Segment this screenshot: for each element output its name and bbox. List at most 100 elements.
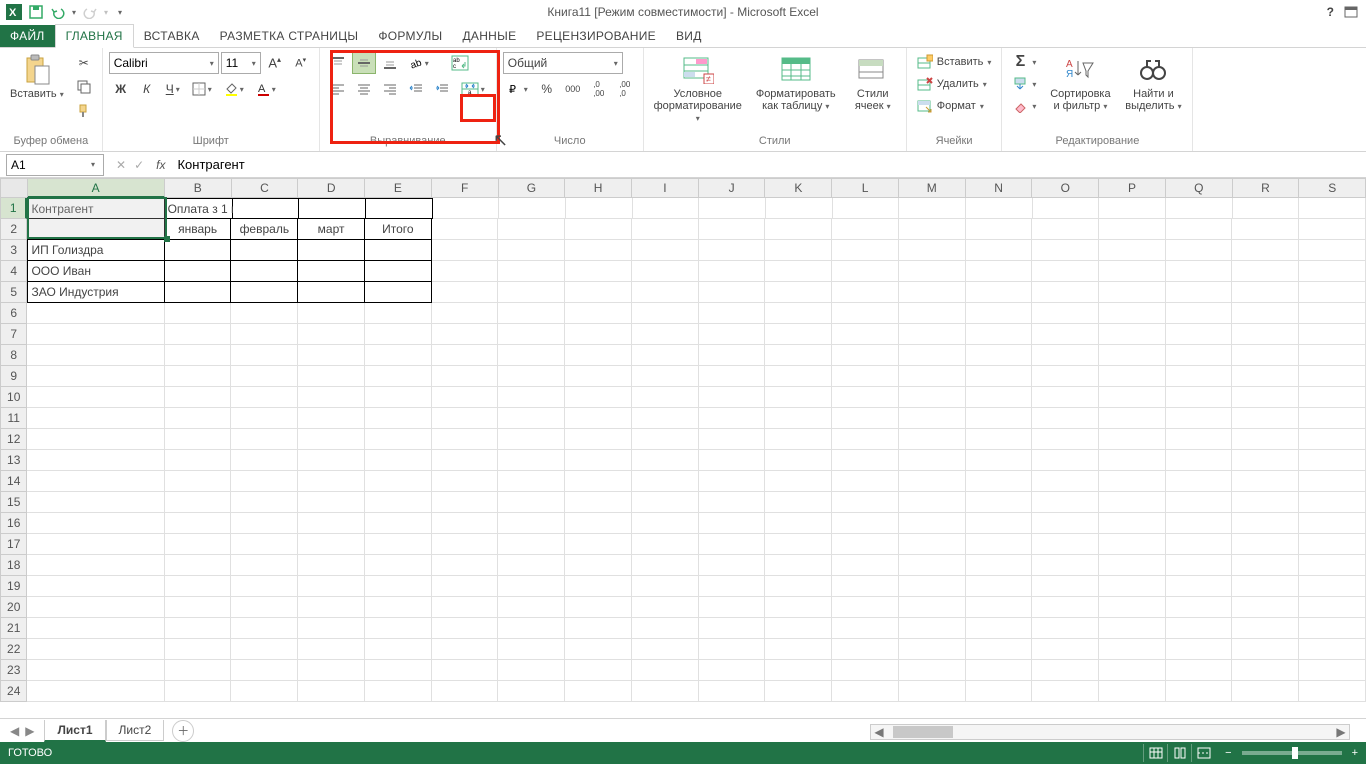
column-header[interactable]: G <box>499 178 566 198</box>
cell[interactable] <box>565 324 632 345</box>
cell[interactable] <box>699 366 766 387</box>
cell[interactable] <box>1232 219 1299 240</box>
cell[interactable] <box>565 261 632 282</box>
cell[interactable] <box>899 198 966 219</box>
cell[interactable] <box>632 618 699 639</box>
cell[interactable] <box>765 240 832 261</box>
cell[interactable] <box>27 534 164 555</box>
cell[interactable] <box>165 261 232 282</box>
cell[interactable] <box>765 618 832 639</box>
cell[interactable] <box>365 408 432 429</box>
cell[interactable] <box>27 429 164 450</box>
cell[interactable] <box>298 534 365 555</box>
cell[interactable] <box>165 471 232 492</box>
cell[interactable] <box>699 324 766 345</box>
cell[interactable] <box>1166 576 1233 597</box>
autosum-button[interactable]: Σ▾ <box>1008 52 1040 72</box>
cell[interactable] <box>1032 240 1099 261</box>
cell[interactable] <box>298 303 365 324</box>
cell[interactable] <box>432 492 499 513</box>
cell[interactable] <box>1232 618 1299 639</box>
row-header[interactable]: 1 <box>0 198 27 219</box>
cell[interactable] <box>1166 282 1233 303</box>
cell[interactable]: Контрагент <box>27 198 164 219</box>
cell[interactable] <box>498 219 565 240</box>
cell[interactable] <box>966 429 1033 450</box>
enter-formula-icon[interactable]: ✓ <box>134 158 144 172</box>
cell[interactable] <box>1166 240 1233 261</box>
cell[interactable] <box>231 471 298 492</box>
cell[interactable] <box>432 345 499 366</box>
column-header[interactable]: Q <box>1166 178 1233 198</box>
cell[interactable] <box>699 429 766 450</box>
cell[interactable] <box>832 471 899 492</box>
cell[interactable] <box>231 639 298 660</box>
cell[interactable] <box>1032 534 1099 555</box>
row-header[interactable]: 24 <box>0 681 27 702</box>
cell[interactable] <box>632 219 699 240</box>
cell[interactable] <box>966 282 1033 303</box>
cell[interactable] <box>498 471 565 492</box>
cell[interactable] <box>832 555 899 576</box>
cell[interactable] <box>832 492 899 513</box>
cell[interactable] <box>1166 471 1233 492</box>
cell[interactable] <box>832 513 899 534</box>
cell[interactable] <box>632 513 699 534</box>
cell[interactable] <box>27 450 164 471</box>
cell[interactable] <box>899 219 966 240</box>
cell[interactable] <box>833 198 900 219</box>
cell[interactable] <box>432 555 499 576</box>
cell[interactable] <box>165 282 232 303</box>
row-header[interactable]: 4 <box>0 261 27 282</box>
row-header[interactable]: 2 <box>0 219 27 240</box>
cell[interactable] <box>1299 555 1366 576</box>
cell[interactable] <box>298 576 365 597</box>
column-header[interactable]: C <box>232 178 299 198</box>
cell[interactable] <box>1099 471 1166 492</box>
cell[interactable]: февраль <box>231 219 298 240</box>
cell[interactable] <box>498 240 565 261</box>
cell[interactable] <box>966 513 1033 534</box>
cell[interactable] <box>1032 261 1099 282</box>
cell[interactable] <box>1032 660 1099 681</box>
cell[interactable] <box>1232 513 1299 534</box>
cell[interactable] <box>1299 597 1366 618</box>
cell[interactable] <box>699 408 766 429</box>
cell[interactable] <box>365 324 432 345</box>
cell[interactable] <box>632 366 699 387</box>
cell[interactable] <box>27 219 164 240</box>
cell[interactable] <box>365 576 432 597</box>
cell[interactable] <box>1232 471 1299 492</box>
cell[interactable] <box>1166 366 1233 387</box>
cell[interactable] <box>498 345 565 366</box>
sort-filter-button[interactable]: АЯ Сортировка и фильтр ▾ <box>1044 52 1116 114</box>
cell[interactable] <box>832 303 899 324</box>
cell[interactable] <box>365 261 432 282</box>
cell[interactable] <box>231 261 298 282</box>
cell[interactable] <box>1099 282 1166 303</box>
font-size-input[interactable] <box>226 56 252 70</box>
cell[interactable] <box>165 639 232 660</box>
cell[interactable] <box>365 471 432 492</box>
cell[interactable] <box>1299 345 1366 366</box>
clear-button[interactable]: ▾ <box>1008 96 1040 116</box>
cell[interactable] <box>165 429 232 450</box>
cell[interactable] <box>365 450 432 471</box>
cell[interactable] <box>27 681 164 702</box>
qat-customize[interactable]: ▾ <box>118 8 122 17</box>
align-left-button[interactable] <box>326 78 350 100</box>
column-header[interactable]: F <box>432 178 499 198</box>
cell[interactable] <box>699 345 766 366</box>
cell[interactable] <box>765 681 832 702</box>
cell[interactable] <box>966 681 1033 702</box>
cell[interactable] <box>1032 429 1099 450</box>
cell[interactable] <box>298 240 365 261</box>
find-select-button[interactable]: Найти и выделить ▾ <box>1120 52 1186 114</box>
cell[interactable] <box>231 429 298 450</box>
cell[interactable] <box>966 639 1033 660</box>
cell[interactable] <box>899 282 966 303</box>
cell[interactable] <box>632 681 699 702</box>
cell[interactable] <box>298 429 365 450</box>
cell[interactable] <box>432 660 499 681</box>
cell[interactable] <box>1232 261 1299 282</box>
